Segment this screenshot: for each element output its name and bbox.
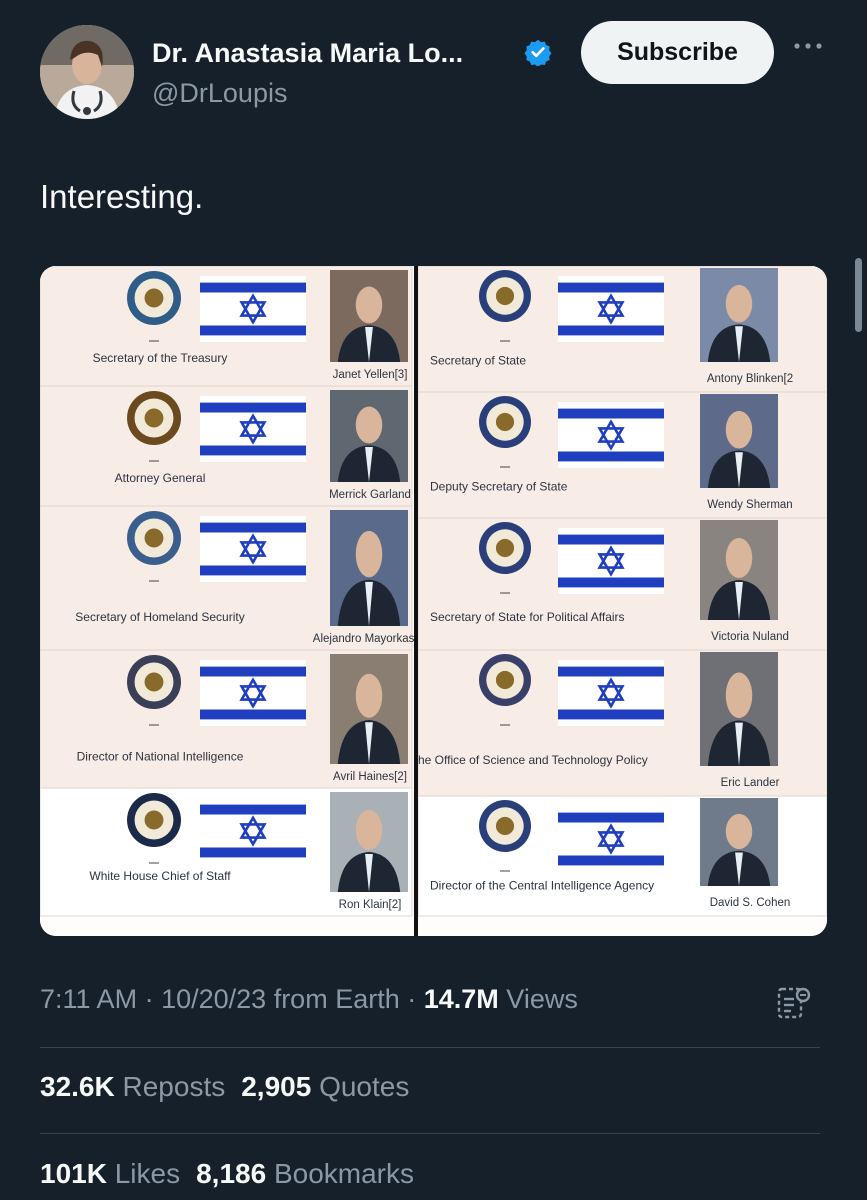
government-seal-icon (479, 800, 531, 852)
official-name-label: Janet Yellen[3] (333, 369, 408, 381)
column-divider (414, 266, 418, 936)
government-seal-icon (479, 654, 531, 706)
official-portrait (330, 510, 408, 626)
office-title-label: Director of the Central Intelligence Age… (430, 879, 654, 893)
office-title-label: Secretary of State (430, 353, 526, 367)
official-name-label: Eric Lander (721, 777, 780, 789)
like-bookmark-stats: 101K Likes 8,186 Bookmarks (40, 1158, 414, 1190)
official-name-label: Antony Blinken[2 (707, 373, 793, 385)
official-name-label: Victoria Nuland (711, 631, 789, 643)
government-seal-icon (127, 271, 181, 325)
official-portrait (700, 520, 778, 620)
tweet-date[interactable]: 10/20/23 (161, 984, 266, 1014)
office-title-label: he Office of Science and Technology Poli… (418, 753, 648, 767)
official-portrait (700, 394, 778, 488)
tweet-meta: 7:11 AM · 10/20/23 from Earth · 14.7M Vi… (40, 984, 578, 1014)
government-seal-icon (127, 511, 181, 565)
tweet-media-image[interactable]: Secretary of the Treasury Janet Yellen[3]… (40, 266, 827, 936)
avatar-photo (40, 25, 134, 119)
office-title-label: Attorney General (115, 471, 206, 485)
officials-chart-image: Secretary of the Treasury Janet Yellen[3]… (40, 266, 827, 936)
likes-stat[interactable]: 101K Likes (40, 1158, 180, 1189)
analytics-icon[interactable] (775, 985, 813, 1023)
repost-quote-stats: 32.6K Reposts 2,905 Quotes (40, 1071, 409, 1103)
more-options-icon[interactable] (791, 36, 825, 56)
official-name-label: Avril Haines[2] (333, 771, 407, 783)
israel-flag-icon (558, 660, 664, 726)
tweet-time[interactable]: 7:11 AM (40, 984, 137, 1014)
verified-badge-icon (524, 39, 552, 66)
avatar[interactable] (40, 25, 134, 119)
office-title-label: Deputy Secretary of State (430, 479, 568, 493)
government-seal-icon (479, 396, 531, 448)
office-title-label: White House Chief of Staff (89, 869, 231, 883)
official-portrait (700, 798, 778, 886)
quotes-stat[interactable]: 2,905 Quotes (241, 1071, 409, 1102)
official-name-label: Wendy Sherman (707, 499, 792, 511)
government-seal-icon (127, 793, 181, 847)
official-portrait (330, 390, 408, 482)
government-seal-icon (479, 270, 531, 322)
tweet-header: Dr. Anastasia Maria Lo... @DrLoupis Subs… (0, 0, 867, 150)
reposts-stat[interactable]: 32.6K Reposts (40, 1071, 225, 1102)
israel-flag-icon (200, 276, 306, 342)
government-seal-icon (479, 522, 531, 574)
office-title-label: Secretary of State for Political Affairs (430, 610, 625, 624)
bookmarks-stat[interactable]: 8,186 Bookmarks (196, 1158, 414, 1189)
official-name-label: Merrick Garland (329, 489, 411, 501)
official-name-label: David S. Cohen (710, 897, 791, 909)
divider (40, 1047, 820, 1048)
author-handle[interactable]: @DrLoupis (152, 78, 287, 109)
israel-flag-icon (558, 806, 664, 872)
subscribe-button[interactable]: Subscribe (581, 21, 774, 84)
israel-flag-icon (200, 798, 306, 864)
tweet-source: from Earth (273, 984, 400, 1014)
israel-flag-icon (558, 528, 664, 594)
official-portrait (700, 268, 778, 362)
office-title-label: Secretary of Homeland Security (75, 610, 244, 624)
scrollbar[interactable] (855, 258, 862, 332)
views-label: Views (506, 984, 578, 1014)
author-display-name[interactable]: Dr. Anastasia Maria Lo... (152, 38, 463, 69)
israel-flag-icon (200, 660, 306, 726)
divider (40, 1133, 820, 1134)
views-count: 14.7M (423, 984, 499, 1014)
government-seal-icon (127, 391, 181, 445)
official-portrait (330, 654, 408, 764)
official-portrait (700, 652, 778, 766)
israel-flag-icon (200, 516, 306, 582)
israel-flag-icon (558, 402, 664, 468)
government-seal-icon (127, 655, 181, 709)
office-title-label: Director of National Intelligence (77, 749, 244, 763)
israel-flag-icon (558, 276, 664, 342)
israel-flag-icon (200, 396, 306, 462)
tweet-text: Interesting. (40, 178, 204, 215)
office-title-label: Secretary of the Treasury (93, 351, 228, 365)
official-name-label: Alejandro Mayorkas[2] (313, 633, 427, 645)
official-portrait (330, 270, 408, 362)
official-name-label: Ron Klain[2] (339, 899, 402, 911)
official-portrait (330, 792, 408, 892)
